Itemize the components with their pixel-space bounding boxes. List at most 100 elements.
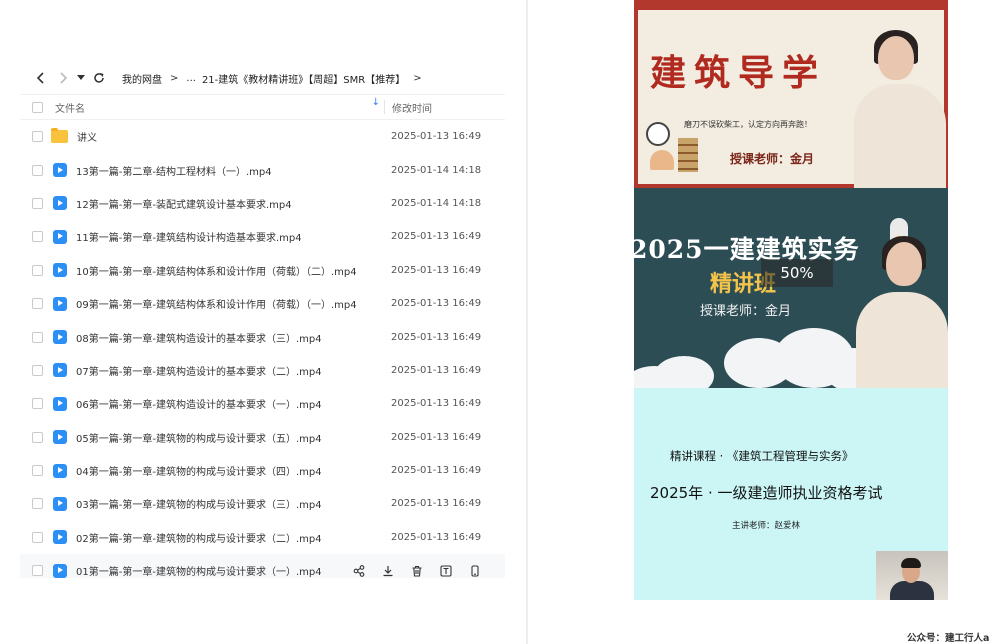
column-modified-time[interactable]: 修改时间 — [385, 100, 432, 115]
file-name[interactable]: 12第一篇-第一章-装配式建筑设计基本要求.mp4 — [76, 196, 382, 211]
row-checkbox[interactable] — [32, 131, 43, 143]
breadcrumb-separator-icon: > — [170, 72, 179, 84]
file-name[interactable]: 01第一篇-第一章-建筑物的构成与设计要求（一）.mp4 — [76, 563, 382, 578]
row-checkbox[interactable] — [32, 164, 43, 176]
row-checkbox[interactable] — [32, 465, 43, 477]
history-dropdown-icon[interactable] — [74, 67, 88, 89]
row-checkbox[interactable] — [32, 498, 43, 510]
row-checkbox[interactable] — [32, 298, 43, 310]
row-checkbox[interactable] — [32, 364, 43, 376]
row-checkbox[interactable] — [32, 398, 43, 410]
refresh-icon[interactable] — [88, 67, 110, 89]
file-time: 2025-01-14 14:18 — [391, 197, 482, 209]
row-checkbox[interactable] — [32, 331, 43, 343]
column-filename-label: 文件名 — [55, 103, 85, 115]
text-icon[interactable] — [439, 564, 452, 577]
file-row[interactable]: 10第一篇-第一章-建筑结构体系和设计作用（荷载）（二）.mp4 2025-01… — [20, 254, 505, 287]
delete-icon[interactable] — [410, 564, 423, 577]
phone-icon[interactable] — [468, 564, 481, 577]
file-row[interactable]: 05第一篇-第一章-建筑物的构成与设计要求（五）.mp4 2025-01-13 … — [20, 421, 505, 454]
books-icon — [678, 138, 698, 172]
poster-exam-name: 2025年 · 一级建造师执业资格考试 — [650, 484, 883, 502]
file-name[interactable]: 03第一篇-第一章-建筑物的构成与设计要求（三）.mp4 — [76, 496, 382, 511]
file-name[interactable]: 02第一篇-第一章-建筑物的构成与设计要求（二）.mp4 — [76, 530, 382, 545]
zoom-indicator: 50% — [761, 259, 833, 287]
file-row[interactable]: 09第一篇-第一章-建筑结构体系和设计作用（荷载）（一）.mp4 2025-01… — [20, 287, 505, 320]
row-checkbox[interactable] — [32, 531, 43, 543]
student-illustration — [650, 150, 674, 170]
file-name[interactable]: 07第一篇-第一章-建筑构造设计的基本要求（二）.mp4 — [76, 363, 382, 378]
file-name[interactable]: 05第一篇-第一章-建筑物的构成与设计要求（五）.mp4 — [76, 430, 382, 445]
forward-icon[interactable] — [52, 67, 74, 89]
file-row[interactable]: 03第一篇-第一章-建筑物的构成与设计要求（三）.mp4 2025-01-13 … — [20, 487, 505, 520]
download-icon[interactable] — [381, 564, 394, 577]
file-name[interactable]: 08第一篇-第一章-建筑构造设计的基本要求（三）.mp4 — [76, 330, 382, 345]
video-file-icon — [53, 496, 67, 511]
lecturer-hair — [901, 558, 921, 568]
row-actions — [352, 564, 481, 577]
video-file-icon — [53, 196, 67, 211]
file-name[interactable]: 11第一篇-第一章-建筑结构设计构造基本要求.mp4 — [76, 229, 382, 244]
poster-lecturer: 主讲老师：赵爱林 — [732, 521, 801, 531]
video-file-icon — [53, 296, 67, 311]
teacher-body — [856, 292, 948, 388]
file-browser-pane: 我的网盘 > ... 21-建筑《教材精讲班》【周超】SMR【推荐】 > 文件名… — [0, 0, 526, 644]
video-file-icon — [53, 530, 67, 545]
file-list-panel: 我的网盘 > ... 21-建筑《教材精讲班》【周超】SMR【推荐】 > 文件名… — [20, 62, 505, 578]
breadcrumb-expand-icon[interactable]: > — [413, 73, 421, 84]
column-filename[interactable]: 文件名 ↓ — [43, 97, 384, 115]
breadcrumb-root[interactable]: 我的网盘 — [122, 71, 162, 86]
nav-bar: 我的网盘 > ... 21-建筑《教材精讲班》【周超】SMR【推荐】 > — [20, 62, 505, 94]
watermark: 公众号：建工行人a — [907, 633, 990, 644]
clock-icon — [646, 122, 670, 146]
back-icon[interactable] — [30, 67, 52, 89]
breadcrumb-current[interactable]: 21-建筑《教材精讲班》【周超】SMR【推荐】 — [202, 71, 405, 86]
table-header: 文件名 ↓ 修改时间 — [20, 94, 505, 120]
share-icon[interactable] — [352, 564, 365, 577]
file-name[interactable]: 04第一篇-第一章-建筑物的构成与设计要求（四）.mp4 — [76, 463, 382, 478]
teacher-photo — [850, 234, 948, 388]
breadcrumb-ellipsis[interactable]: ... — [186, 73, 196, 84]
teacher-photo — [850, 22, 946, 188]
sort-arrow-icon[interactable]: ↓ — [372, 97, 380, 108]
file-time: 2025-01-13 16:49 — [391, 465, 482, 477]
file-name[interactable]: 讲义 — [77, 129, 383, 144]
file-time: 2025-01-14 14:18 — [391, 164, 482, 176]
file-time: 2025-01-13 16:49 — [391, 364, 482, 376]
file-row[interactable]: 13第一篇-第二章-结构工程材料（一）.mp4 2025-01-14 14:18 — [20, 153, 505, 186]
row-checkbox[interactable] — [32, 231, 43, 243]
video-file-icon — [53, 563, 67, 578]
lecturer-webcam — [876, 551, 948, 600]
file-row[interactable]: 08第一篇-第一章-建筑构造设计的基本要求（三）.mp4 2025-01-13 … — [20, 320, 505, 353]
file-row[interactable]: 01第一篇-第一章-建筑物的构成与设计要求（一）.mp4 — [20, 554, 505, 578]
row-checkbox[interactable] — [32, 431, 43, 443]
file-row[interactable]: 12第一篇-第一章-装配式建筑设计基本要求.mp4 2025-01-14 14:… — [20, 187, 505, 220]
breadcrumb: 我的网盘 > ... 21-建筑《教材精讲班》【周超】SMR【推荐】 > — [122, 71, 424, 86]
file-row[interactable]: 06第一篇-第一章-建筑构造设计的基本要求（一）.mp4 2025-01-13 … — [20, 387, 505, 420]
poster-intro-motto: 磨刀不误砍柴工，认定方向再奔跑！ — [684, 119, 812, 130]
file-row[interactable]: 07第一篇-第一章-建筑构造设计的基本要求（二）.mp4 2025-01-13 … — [20, 354, 505, 387]
poster-cover-teacher: 授课老师：金月 — [700, 304, 792, 319]
file-name[interactable]: 09第一篇-第一章-建筑结构体系和设计作用（荷载）（一）.mp4 — [76, 296, 382, 311]
video-file-icon — [53, 330, 67, 345]
file-row[interactable]: 02第一篇-第一章-建筑物的构成与设计要求（二）.mp4 2025-01-13 … — [20, 521, 505, 554]
file-time: 2025-01-13 16:49 — [391, 298, 482, 310]
file-name[interactable]: 13第一篇-第二章-结构工程材料（一）.mp4 — [76, 163, 382, 178]
file-time: 2025-01-13 16:49 — [391, 131, 482, 143]
file-name[interactable]: 06第一篇-第一章-建筑构造设计的基本要求（一）.mp4 — [76, 396, 382, 411]
file-time: 2025-01-13 16:49 — [391, 431, 482, 443]
row-checkbox[interactable] — [32, 565, 43, 577]
lecturer-shirt — [890, 581, 934, 600]
poster-panel-course: 精讲课程 · 《建筑工程管理与实务》 2025年 · 一级建造师执业资格考试 主… — [634, 388, 948, 600]
file-row[interactable]: 04第一篇-第一章-建筑物的构成与设计要求（四）.mp4 2025-01-13 … — [20, 454, 505, 487]
file-row[interactable]: 11第一篇-第一章-建筑结构设计构造基本要求.mp4 2025-01-13 16… — [20, 220, 505, 253]
row-checkbox[interactable] — [32, 197, 43, 209]
file-name[interactable]: 10第一篇-第一章-建筑结构体系和设计作用（荷载）（二）.mp4 — [76, 263, 382, 278]
poster-panel-cover: 2025一建建筑实务 精讲班 授课老师：金月 50% — [634, 188, 948, 388]
video-file-icon — [53, 396, 67, 411]
teacher-face — [878, 36, 914, 80]
row-checkbox[interactable] — [32, 264, 43, 276]
video-file-icon — [53, 163, 67, 178]
file-row[interactable]: 讲义 2025-01-13 16:49 — [20, 120, 505, 153]
select-all-checkbox[interactable] — [32, 101, 43, 113]
